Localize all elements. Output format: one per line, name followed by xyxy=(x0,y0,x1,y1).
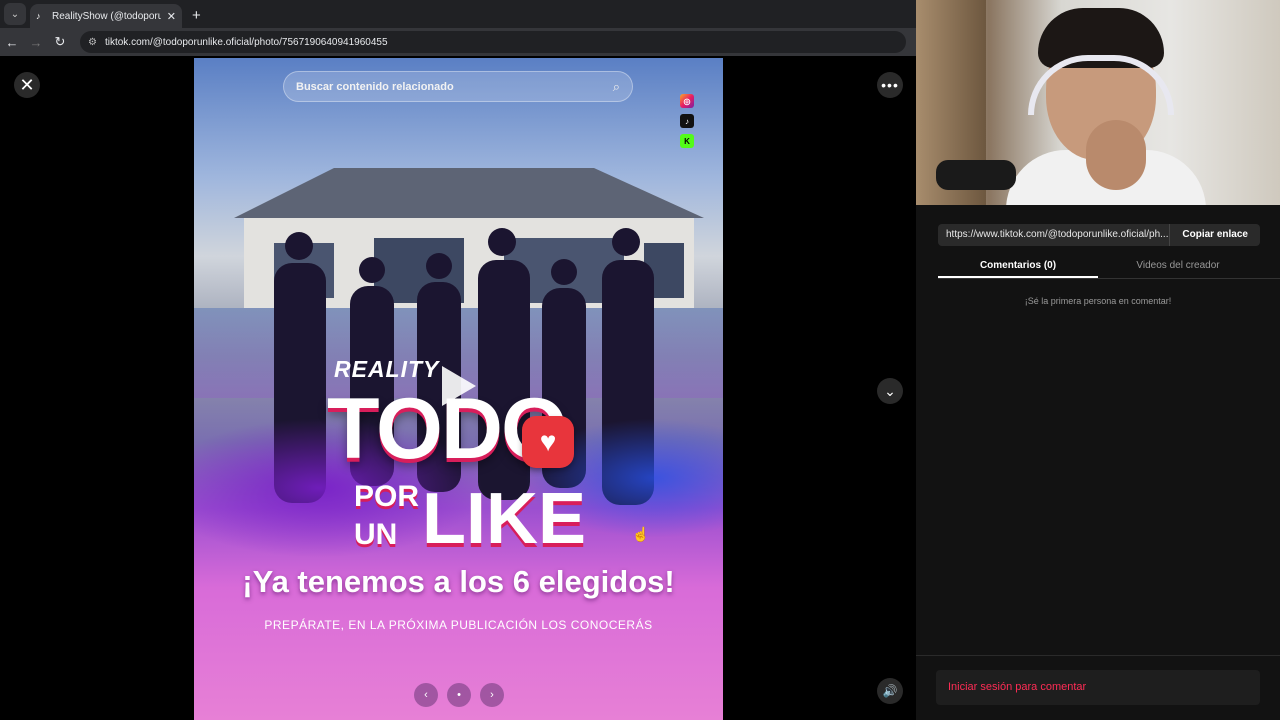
poster-image: Buscar contenido relacionado ⌕ ◎ ♪ K REA… xyxy=(194,58,723,720)
more-options-button[interactable]: ••• xyxy=(877,72,903,98)
tab-title: RealityShow (@todoporunlike.o xyxy=(52,10,161,22)
browser-tabbar: ⌄ ♪ RealityShow (@todoporunlike.o ✕ + xyxy=(0,0,916,28)
poster-like-text: LIKE xyxy=(422,479,587,559)
browser-tab[interactable]: ♪ RealityShow (@todoporunlike.o ✕ xyxy=(30,4,182,28)
kick-icon: K xyxy=(680,134,694,148)
share-link-row: https://www.tiktok.com/@todoporunlike.of… xyxy=(938,224,1260,246)
webcam-overlay xyxy=(916,0,1280,205)
tiktok-favicon-icon: ♪ xyxy=(36,11,41,21)
photo-viewer: ✕ ••• ⌄ 🔊 Buscar contenido relacionado ⌕… xyxy=(0,56,916,720)
tab-comments[interactable]: Comentarios (0) xyxy=(938,255,1098,278)
poster-subline: PREPÁRATE, EN LA PRÓXIMA PUBLICACIÓN LOS… xyxy=(264,618,653,632)
poster-headline: ¡Ya tenemos a los 6 elegidos! xyxy=(242,564,675,599)
empty-comments-text: ¡Sé la primera persona en comentar! xyxy=(1024,296,1172,306)
tiktok-icon: ♪ xyxy=(680,114,694,128)
search-placeholder: Buscar contenido relacionado xyxy=(296,80,454,93)
forward-button[interactable]: → xyxy=(24,35,48,50)
webcam-microphone xyxy=(936,160,1016,190)
poster-reality-text: REALITY xyxy=(334,356,440,382)
carousel-prev-button[interactable]: ‹ xyxy=(414,683,438,707)
share-url-field[interactable]: https://www.tiktok.com/@todoporunlike.of… xyxy=(938,224,1170,246)
carousel-next-button[interactable]: › xyxy=(480,683,504,707)
address-bar[interactable]: ⚙ tiktok.com/@todoporunlike.oficial/phot… xyxy=(80,31,906,53)
login-to-comment-button[interactable]: Iniciar sesión para comentar xyxy=(936,670,1260,705)
close-button[interactable]: ✕ xyxy=(14,72,40,98)
heart-icon: ♥ xyxy=(522,416,574,468)
mouse-cursor-icon: ☝ xyxy=(632,526,650,542)
tab-creator-videos[interactable]: Videos del creador xyxy=(1098,255,1258,278)
poster-por-text: POR xyxy=(354,480,420,513)
instagram-icon: ◎ xyxy=(680,94,694,108)
poster-un-text: UN xyxy=(354,518,398,551)
next-post-button[interactable]: ⌄ xyxy=(877,378,903,404)
volume-button[interactable]: 🔊 xyxy=(877,678,903,704)
carousel-dot[interactable]: • xyxy=(447,683,471,707)
divider xyxy=(916,655,1280,656)
screen: ⌄ ♪ RealityShow (@todoporunlike.o ✕ + ← … xyxy=(0,0,1280,720)
browser-toolbar: ← → ↻ ⚙ tiktok.com/@todoporunlike.oficia… xyxy=(0,28,916,56)
new-tab-button[interactable]: + xyxy=(192,7,201,24)
related-search-input[interactable]: Buscar contenido relacionado ⌕ xyxy=(283,71,633,102)
reload-button[interactable]: ↻ xyxy=(48,34,72,50)
tab-close-icon[interactable]: ✕ xyxy=(167,10,176,23)
tab-search-button[interactable]: ⌄ xyxy=(4,3,26,25)
url-text: tiktok.com/@todoporunlike.oficial/photo/… xyxy=(104,36,388,48)
search-icon[interactable]: ⌕ xyxy=(613,79,620,95)
side-tabs: Comentarios (0) Videos del creador xyxy=(938,255,1280,279)
back-button[interactable]: ← xyxy=(0,35,24,50)
carousel-pager: ‹ • › xyxy=(414,683,504,707)
side-panel: https://www.tiktok.com/@todoporunlike.of… xyxy=(916,0,1280,720)
webcam-person-hands xyxy=(1086,120,1146,190)
play-icon[interactable] xyxy=(442,366,476,406)
copy-link-button[interactable]: Copiar enlace xyxy=(1169,224,1260,246)
site-info-icon[interactable]: ⚙ xyxy=(88,37,97,48)
